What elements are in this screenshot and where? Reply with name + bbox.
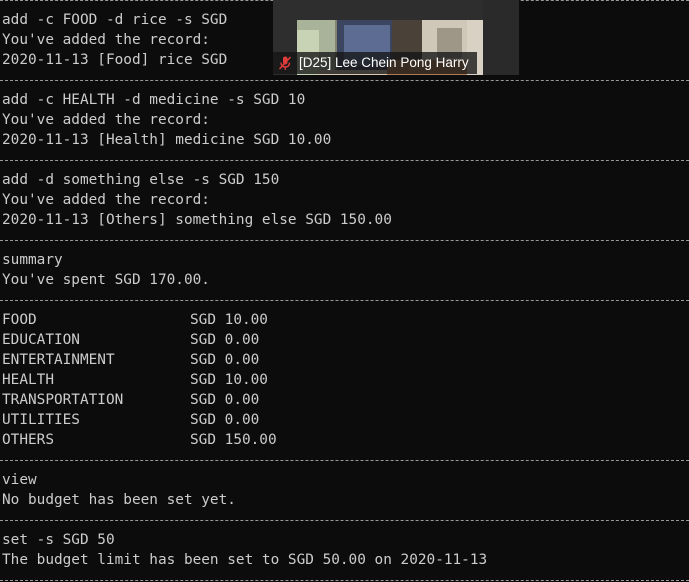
- category-row: TRANSPORTATION SGD 0.00: [2, 390, 259, 410]
- separator-line: [0, 240, 689, 241]
- category-amount: SGD 0.00: [190, 352, 260, 368]
- category-name: ENTERTAINMENT: [2, 352, 115, 368]
- output-line: You've added the record:: [2, 32, 210, 48]
- category-amount: SGD 10.00: [190, 312, 268, 328]
- category-amount: SGD 0.00: [190, 412, 260, 428]
- separator-line: [0, 300, 689, 301]
- separator-line: [0, 580, 689, 581]
- output-line: You've added the record:: [2, 112, 210, 128]
- command-line: add -c HEALTH -d medicine -s SGD 10: [2, 92, 306, 108]
- command-line: set -s SGD 50: [2, 532, 115, 548]
- video-tile-edge: [483, 0, 519, 75]
- output-line: 2020-11-13 [Health] medicine SGD 10.00: [2, 132, 332, 148]
- category-name: OTHERS: [2, 432, 54, 448]
- mic-muted-icon: [278, 56, 292, 70]
- category-row: EDUCATION SGD 0.00: [2, 330, 259, 350]
- separator-line: [0, 160, 689, 161]
- separator-line: [0, 80, 689, 81]
- command-line: add -d something else -s SGD 150: [2, 172, 280, 188]
- output-line: 2020-11-13 [Food] rice SGD: [2, 52, 228, 68]
- category-amount: SGD 150.00: [190, 432, 277, 448]
- separator-line: [0, 460, 689, 461]
- output-line: No budget has been set yet.: [2, 492, 236, 508]
- category-name: TRANSPORTATION: [2, 392, 124, 408]
- category-amount: SGD 0.00: [190, 392, 260, 408]
- output-line: You've added the record:: [2, 192, 210, 208]
- category-row: ENTERTAINMENT SGD 0.00: [2, 350, 259, 370]
- output-line: 2020-11-13 [Others] something else SGD 1…: [2, 212, 392, 228]
- command-line: add -c FOOD -d rice -s SGD: [2, 12, 228, 28]
- terminal-window[interactable]: add -c FOOD -d rice -s SGD You've added …: [0, 0, 689, 582]
- category-name: EDUCATION: [2, 332, 80, 348]
- category-amount: SGD 10.00: [190, 372, 268, 388]
- output-line: You've spent SGD 170.00.: [2, 272, 210, 288]
- category-name: HEALTH: [2, 372, 54, 388]
- category-row: UTILITIES SGD 0.00: [2, 410, 259, 430]
- category-row: FOOD SGD 10.00: [2, 310, 268, 330]
- category-name: FOOD: [2, 312, 37, 328]
- category-amount: SGD 0.00: [190, 332, 260, 348]
- output-line: The budget limit has been set to SGD 50.…: [2, 552, 488, 568]
- command-line: summary: [2, 252, 63, 268]
- category-name: UTILITIES: [2, 412, 80, 428]
- separator-line: [0, 520, 689, 521]
- command-line: view: [2, 472, 37, 488]
- category-row: HEALTH SGD 10.00: [2, 370, 268, 390]
- video-tile[interactable]: [D25] Lee Chein Pong Harry: [273, 0, 519, 75]
- category-row: OTHERS SGD 150.00: [2, 430, 277, 450]
- participant-name-bar: [D25] Lee Chein Pong Harry: [273, 52, 477, 74]
- participant-name: [D25] Lee Chein Pong Harry: [299, 55, 469, 70]
